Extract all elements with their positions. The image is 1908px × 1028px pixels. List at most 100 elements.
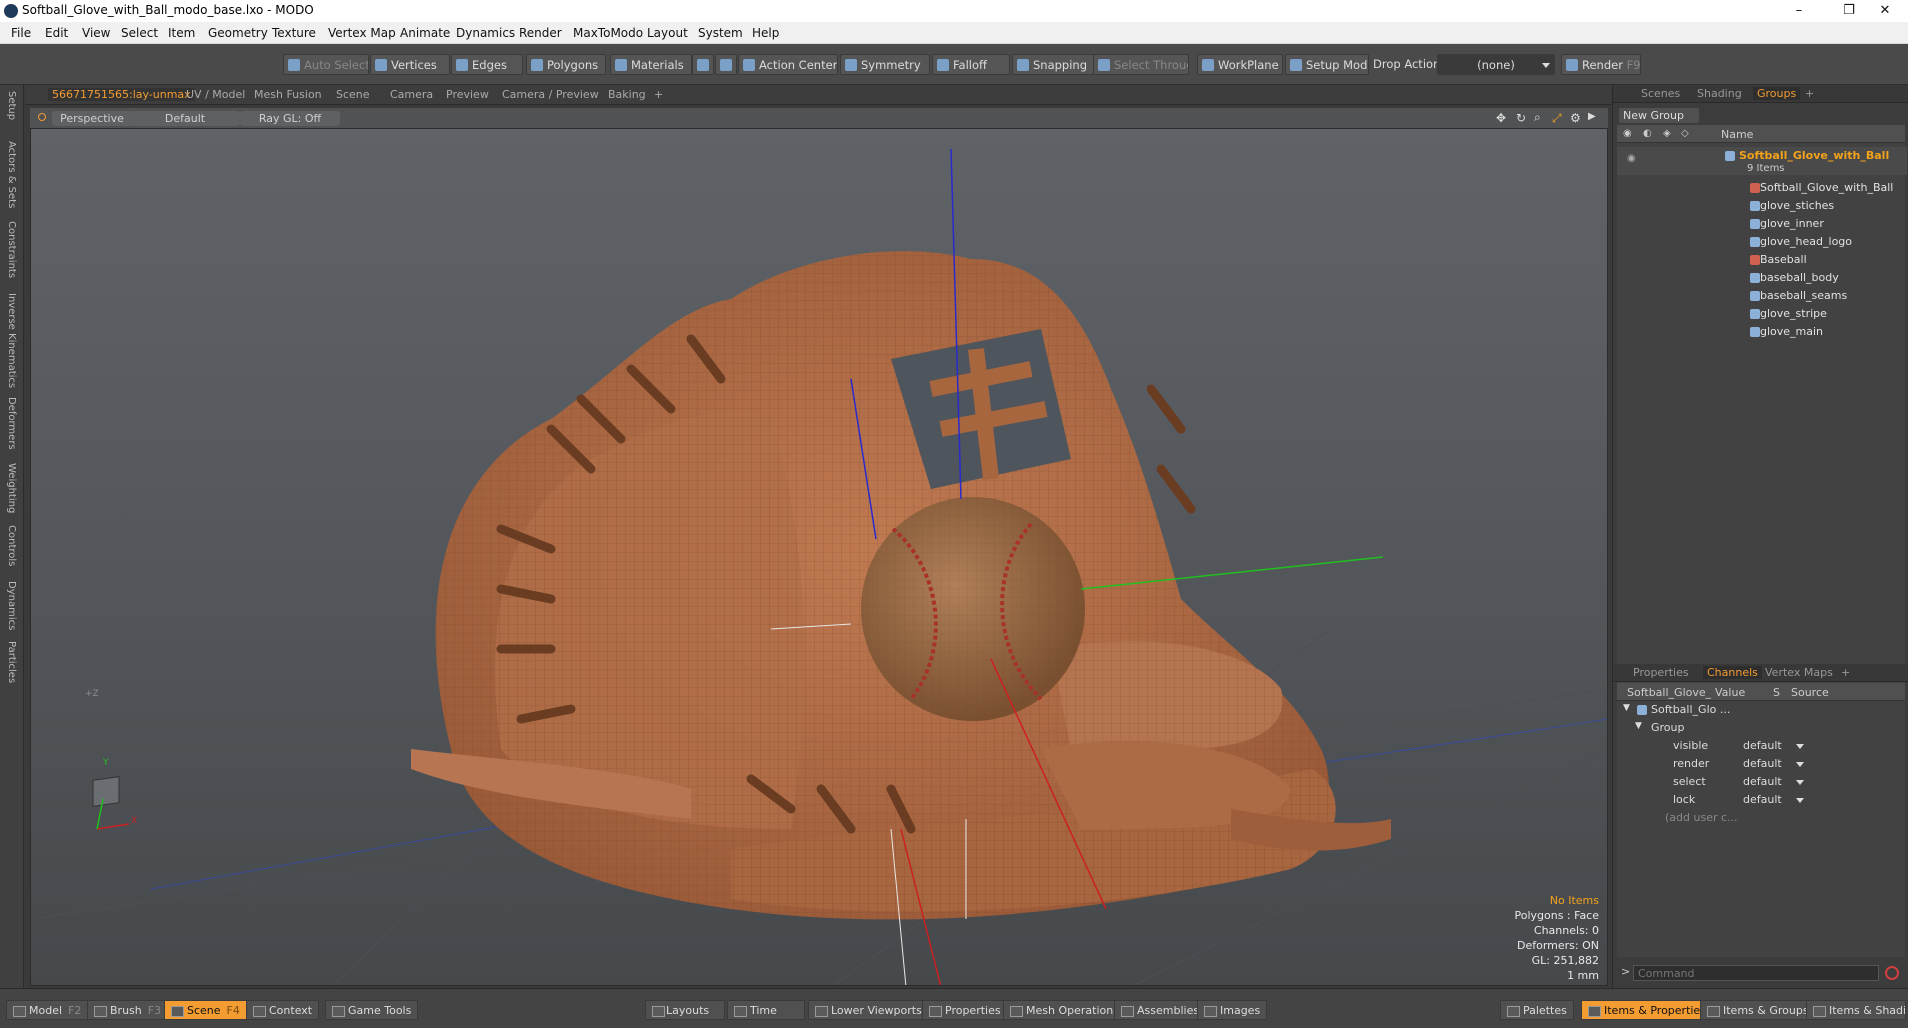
tab-scene[interactable]: Scene <box>336 88 370 101</box>
vtab-constraints[interactable]: Constraints <box>6 221 17 278</box>
visibility-eye-icon[interactable]: ◉ <box>1627 153 1636 164</box>
vtab-dynamics[interactable]: Dynamics <box>6 581 17 630</box>
palettes-button[interactable]: Palettes <box>1500 1000 1574 1020</box>
fit-icon[interactable]: ⤢ <box>1552 111 1562 126</box>
auto-select-button[interactable]: Auto Select <box>283 54 369 75</box>
expand-icon[interactable]: ▼ <box>1635 721 1642 731</box>
render-column-icon[interactable]: ◐ <box>1643 128 1652 139</box>
menu-render[interactable]: Render <box>519 26 562 40</box>
channel-row-visible[interactable]: visible default <box>1621 737 1907 755</box>
tab-vertex-maps[interactable]: Vertex Maps <box>1765 666 1833 679</box>
command-input[interactable] <box>1633 965 1879 981</box>
menu-maxtomodo[interactable]: MaxToModo <box>573 26 643 40</box>
add-prop-tab-button[interactable]: + <box>1841 666 1850 679</box>
layout-model-button[interactable]: Model F2 <box>6 1000 89 1020</box>
items-groups-button[interactable]: Items & Groups <box>1700 1000 1816 1020</box>
group-item-row[interactable]: glove_inner <box>1617 215 1907 233</box>
group-item-row[interactable]: baseball_seams <box>1617 287 1907 305</box>
menu-select[interactable]: Select <box>121 26 158 40</box>
tab-camera[interactable]: Camera <box>390 88 433 101</box>
vtab-particles[interactable]: Particles <box>6 641 17 683</box>
3d-viewport[interactable]: Y X +Z No Items Polygons : Face Channels… <box>30 128 1608 986</box>
select-through-button[interactable]: Select Through <box>1093 54 1189 75</box>
viewport-settings-icon[interactable]: ⚙ <box>1570 111 1581 125</box>
group-item-row[interactable]: Baseball <box>1617 251 1907 269</box>
menu-edit[interactable]: Edit <box>45 26 68 40</box>
chevron-down-icon[interactable] <box>1796 798 1804 803</box>
tab-uv-model[interactable]: UV / Model <box>186 88 245 101</box>
tab-preview[interactable]: Preview <box>446 88 489 101</box>
pan-icon[interactable]: ✥ <box>1496 111 1506 125</box>
action-center-button[interactable]: Action Center <box>738 54 838 75</box>
tab-layout-unmax[interactable]: 56671751565:lay-unmax <box>48 88 195 101</box>
layouts-button[interactable]: Layouts <box>645 1000 725 1020</box>
vtab-deformers[interactable]: Deformers <box>6 397 17 450</box>
group-item-row[interactable]: glove_stiches <box>1617 197 1907 215</box>
images-button[interactable]: Images <box>1197 1000 1268 1020</box>
tab-channels[interactable]: Channels <box>1703 666 1762 679</box>
group-root-row[interactable]: ◉ Softball_Glove_with_Ball 9 Items <box>1617 147 1907 175</box>
mesh-operations-button[interactable]: Mesh Operations <box>1003 1000 1126 1020</box>
select-mode-a-button[interactable] <box>692 54 714 75</box>
vtab-controls[interactable]: Controls <box>6 525 17 566</box>
properties-button[interactable]: Properties <box>922 1000 1008 1020</box>
vtab-setup[interactable]: Setup <box>6 91 17 120</box>
menu-help[interactable]: Help <box>752 26 779 40</box>
chevron-down-icon[interactable] <box>1796 744 1804 749</box>
materials-button[interactable]: Materials <box>610 54 692 75</box>
rotate-icon[interactable]: ↻ <box>1516 111 1526 125</box>
group-item-row[interactable]: glove_head_logo <box>1617 233 1907 251</box>
group-item-row[interactable]: Softball_Glove_with_Ball <box>1617 179 1907 197</box>
chevron-down-icon[interactable] <box>1796 780 1804 785</box>
layout-context-button[interactable]: Context <box>246 1000 320 1020</box>
select-mode-b-button[interactable] <box>715 54 737 75</box>
menu-texture[interactable]: Texture <box>272 26 316 40</box>
chevron-down-icon[interactable] <box>1796 762 1804 767</box>
channel-group-row[interactable]: ▼ Group <box>1621 719 1907 737</box>
zoom-icon[interactable]: ⌕ <box>1534 110 1541 125</box>
time-button[interactable]: Time <box>727 1000 805 1020</box>
layout-brush-button[interactable]: Brush F3 <box>87 1000 169 1020</box>
close-button[interactable]: ✕ <box>1862 0 1908 22</box>
drop-action-select[interactable]: (none) <box>1437 54 1555 75</box>
group-item-row[interactable]: baseball_body <box>1617 269 1907 287</box>
viewport-menu-icon[interactable] <box>38 113 46 121</box>
channel-row-lock[interactable]: lock default <box>1621 791 1907 809</box>
tab-groups[interactable]: Groups <box>1753 87 1801 100</box>
symmetry-button[interactable]: Symmetry <box>840 54 930 75</box>
falloff-button[interactable]: Falloff <box>932 54 1010 75</box>
tab-mesh-fusion[interactable]: Mesh Fusion <box>254 88 322 101</box>
shading-mode-button[interactable]: Default <box>130 111 240 126</box>
add-tab-button[interactable]: + <box>654 88 663 101</box>
channel-row-select[interactable]: select default <box>1621 773 1907 791</box>
render-button[interactable]: Render F9 <box>1561 54 1641 75</box>
channel-tree-root[interactable]: ▼ Softball_Glo ... <box>1621 701 1907 719</box>
vtab-actors-sets[interactable]: Actors & Sets <box>6 141 17 208</box>
menu-item[interactable]: Item <box>168 26 195 40</box>
tab-camera-preview[interactable]: Camera / Preview <box>502 88 599 101</box>
workplane-button[interactable]: WorkPlane <box>1197 54 1283 75</box>
record-icon[interactable] <box>1885 966 1899 980</box>
viewport-more-icon[interactable]: ▶ <box>1588 111 1596 122</box>
layout-game-tools-button[interactable]: Game Tools <box>325 1000 419 1020</box>
assemblies-button[interactable]: Assemblies <box>1114 1000 1207 1020</box>
new-group-button[interactable]: New Group <box>1619 108 1699 123</box>
vtab-inverse-kinematics[interactable]: Inverse Kinematics <box>6 293 17 388</box>
menu-vertex-map[interactable]: Vertex Map <box>328 26 396 40</box>
vertices-button[interactable]: Vertices <box>370 54 450 75</box>
layout-scene-button[interactable]: Scene F4 <box>164 1000 247 1020</box>
eye-column-icon[interactable]: ◉ <box>1623 128 1632 139</box>
group-item-row[interactable]: glove_stripe <box>1617 305 1907 323</box>
edges-button[interactable]: Edges <box>451 54 523 75</box>
tab-scenes[interactable]: Scenes <box>1641 87 1680 100</box>
minimize-button[interactable]: – <box>1776 0 1822 22</box>
menu-file[interactable]: File <box>11 26 31 40</box>
tab-shading[interactable]: Shading <box>1697 87 1742 100</box>
menu-geometry[interactable]: Geometry <box>208 26 268 40</box>
setup-mode-button[interactable]: Setup Mode <box>1285 54 1369 75</box>
menu-view[interactable]: View <box>82 26 110 40</box>
menu-animate[interactable]: Animate <box>400 26 450 40</box>
channel-row-render[interactable]: render default <box>1621 755 1907 773</box>
menu-system[interactable]: System <box>698 26 743 40</box>
snapping-button[interactable]: Snapping <box>1012 54 1094 75</box>
